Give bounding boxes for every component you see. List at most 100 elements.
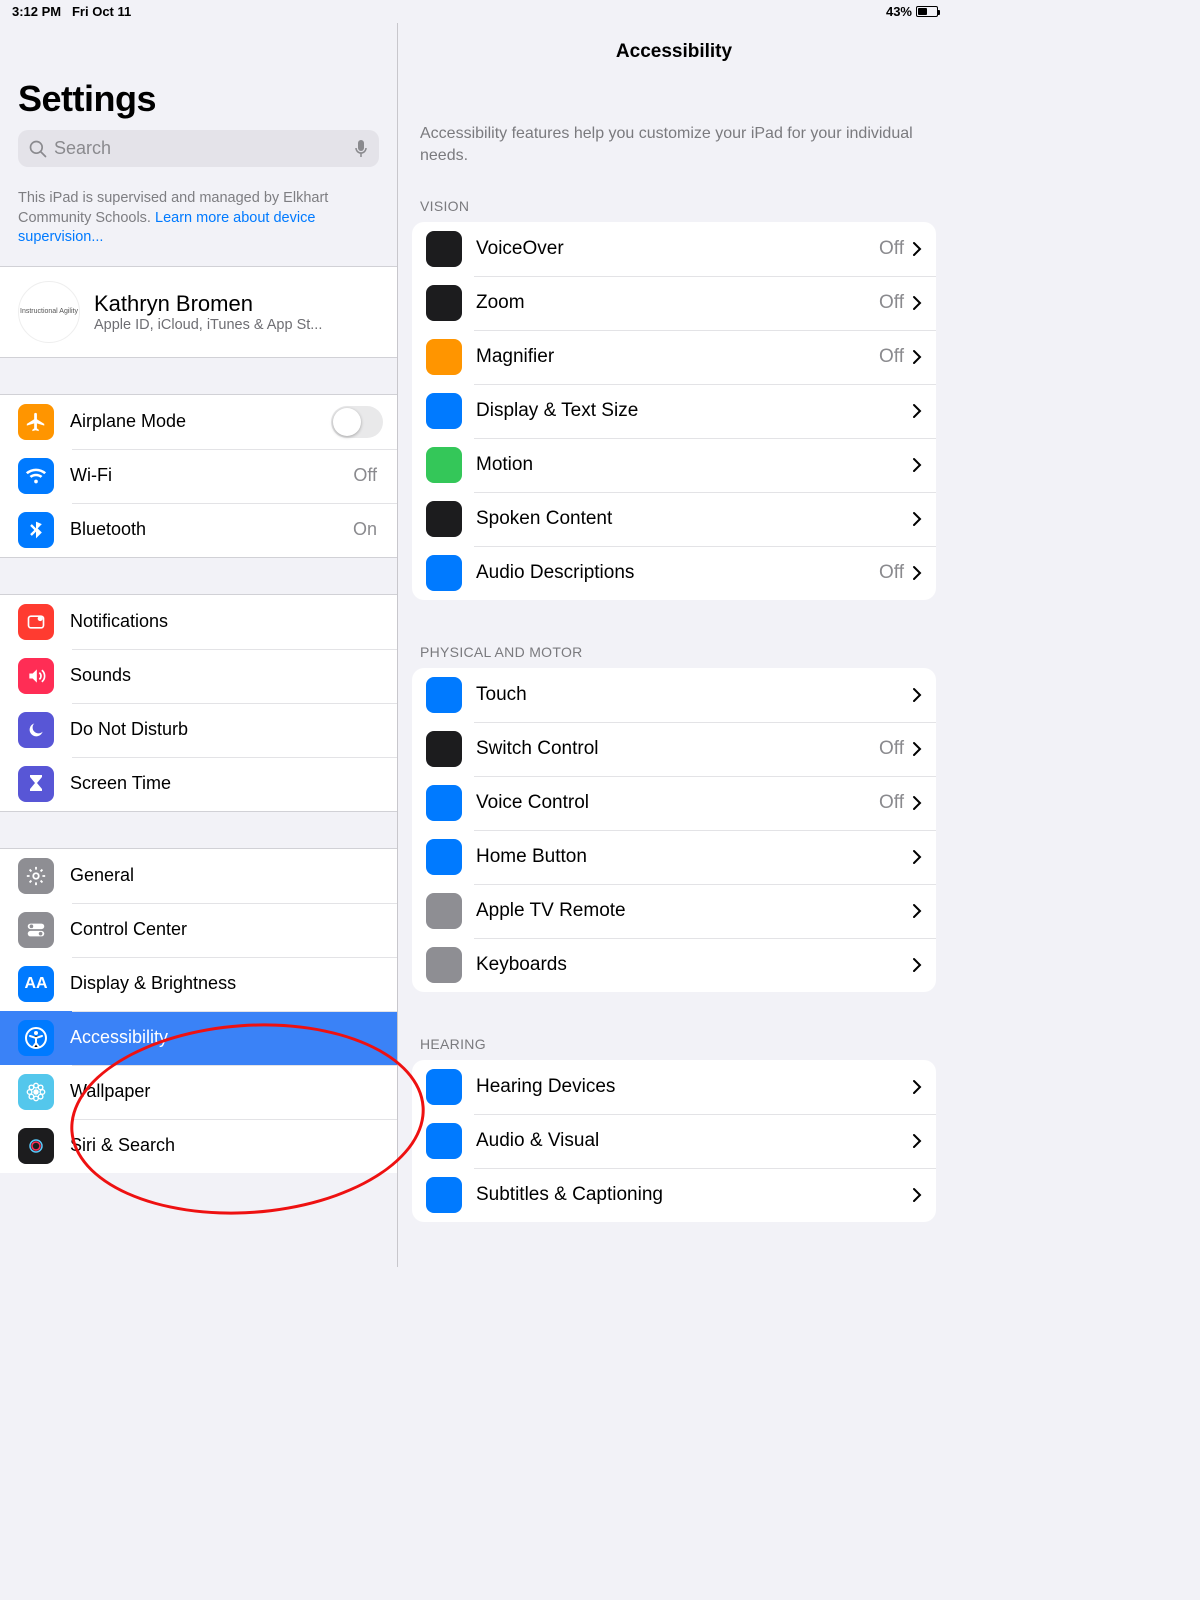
siri-icon bbox=[18, 1128, 54, 1164]
sidebar-item-label: Airplane Mode bbox=[70, 411, 331, 432]
row-icon bbox=[426, 839, 462, 875]
battery-icon bbox=[916, 6, 938, 17]
chevron-right-icon bbox=[912, 1079, 922, 1095]
detail-desc: Accessibility features help you customiz… bbox=[398, 123, 950, 192]
row-value: Off bbox=[879, 738, 904, 760]
sidebar-item-display-brightness[interactable]: AADisplay & Brightness bbox=[0, 957, 397, 1011]
dictate-icon[interactable] bbox=[353, 139, 369, 159]
row-icon bbox=[426, 731, 462, 767]
row-icon bbox=[426, 393, 462, 429]
search-input[interactable]: Search bbox=[18, 130, 379, 167]
row-value: Off bbox=[879, 292, 904, 314]
detail-row-touch[interactable]: Touch bbox=[412, 668, 936, 722]
sidebar-item-label: Display & Brightness bbox=[70, 973, 383, 994]
sidebar-item-do-not-disturb[interactable]: Do Not Disturb bbox=[0, 703, 397, 757]
detail-row-spoken-content[interactable]: Spoken Content bbox=[412, 492, 936, 546]
settings-title: Settings bbox=[18, 78, 379, 120]
wifi-icon bbox=[18, 458, 54, 494]
sidebar-item-screen-time[interactable]: Screen Time bbox=[0, 757, 397, 811]
detail-row-apple-tv-remote[interactable]: Apple TV Remote bbox=[412, 884, 936, 938]
detail-row-subtitles-captioning[interactable]: Subtitles & Captioning bbox=[412, 1168, 936, 1222]
detail-row-zoom[interactable]: ZoomOff bbox=[412, 276, 936, 330]
row-value: Off bbox=[879, 238, 904, 260]
sidebar-item-general[interactable]: General bbox=[0, 849, 397, 903]
chevron-right-icon bbox=[912, 565, 922, 581]
bell-icon bbox=[18, 604, 54, 640]
row-icon bbox=[426, 785, 462, 821]
chevron-right-icon bbox=[912, 795, 922, 811]
search-icon bbox=[28, 139, 48, 159]
sidebar-item-sounds[interactable]: Sounds bbox=[0, 649, 397, 703]
section-header: PHYSICAL AND MOTOR bbox=[398, 638, 950, 668]
row-icon bbox=[426, 501, 462, 537]
sidebar-item-label: Notifications bbox=[70, 611, 383, 632]
apple-id-row[interactable]: Instructional Agility Kathryn Bromen App… bbox=[0, 266, 397, 358]
row-label: Motion bbox=[476, 454, 912, 476]
search-placeholder: Search bbox=[54, 138, 353, 159]
detail-row-motion[interactable]: Motion bbox=[412, 438, 936, 492]
detail-row-keyboards[interactable]: Keyboards bbox=[412, 938, 936, 992]
row-icon bbox=[426, 1177, 462, 1213]
row-icon bbox=[426, 231, 462, 267]
chevron-right-icon bbox=[912, 1187, 922, 1203]
row-icon bbox=[426, 677, 462, 713]
chevron-right-icon bbox=[912, 1133, 922, 1149]
sidebar-item-label: Wallpaper bbox=[70, 1081, 383, 1102]
section-header: HEARING bbox=[398, 1030, 950, 1060]
chevron-right-icon bbox=[912, 957, 922, 973]
row-label: Touch bbox=[476, 684, 912, 706]
detail-row-hearing-devices[interactable]: Hearing Devices bbox=[412, 1060, 936, 1114]
row-label: VoiceOver bbox=[476, 238, 879, 260]
row-icon bbox=[426, 1069, 462, 1105]
row-label: Apple TV Remote bbox=[476, 900, 912, 922]
row-value: Off bbox=[353, 465, 377, 486]
sidebar-item-wallpaper[interactable]: Wallpaper bbox=[0, 1065, 397, 1119]
row-value: Off bbox=[879, 792, 904, 814]
detail-row-voice-control[interactable]: Voice ControlOff bbox=[412, 776, 936, 830]
detail-row-home-button[interactable]: Home Button bbox=[412, 830, 936, 884]
flower-icon bbox=[18, 1074, 54, 1110]
sidebar-item-label: Do Not Disturb bbox=[70, 719, 383, 740]
settings-card: Touch Switch ControlOffVoice ControlOffHo… bbox=[412, 668, 936, 992]
chevron-right-icon bbox=[912, 457, 922, 473]
status-time: 3:12 PM bbox=[12, 4, 61, 19]
sidebar-item-bluetooth[interactable]: BluetoothOn bbox=[0, 503, 397, 557]
chevron-right-icon bbox=[912, 241, 922, 257]
detail-row-audio-descriptions[interactable]: Audio DescriptionsOff bbox=[412, 546, 936, 600]
sidebar-item-siri-search[interactable]: Siri & Search bbox=[0, 1119, 397, 1173]
row-icon bbox=[426, 947, 462, 983]
detail-row-switch-control[interactable]: Switch ControlOff bbox=[412, 722, 936, 776]
gear-icon bbox=[18, 858, 54, 894]
row-label: Display & Text Size bbox=[476, 400, 912, 422]
sidebar-item-label: Bluetooth bbox=[70, 519, 353, 540]
row-label: Magnifier bbox=[476, 346, 879, 368]
row-label: Zoom bbox=[476, 292, 879, 314]
avatar: Instructional Agility bbox=[18, 281, 80, 343]
row-label: Audio & Visual bbox=[476, 1130, 912, 1152]
row-label: Subtitles & Captioning bbox=[476, 1184, 912, 1206]
supervision-notice: This iPad is supervised and managed by E… bbox=[0, 177, 397, 266]
row-label: Keyboards bbox=[476, 954, 912, 976]
chevron-right-icon bbox=[912, 403, 922, 419]
row-icon bbox=[426, 555, 462, 591]
sidebar-item-label: Sounds bbox=[70, 665, 383, 686]
detail-row-magnifier[interactable]: MagnifierOff bbox=[412, 330, 936, 384]
sidebar-item-wi-fi[interactable]: Wi-FiOff bbox=[0, 449, 397, 503]
row-value: Off bbox=[879, 562, 904, 584]
battery-percent: 43% bbox=[886, 4, 912, 19]
account-name: Kathryn Bromen bbox=[94, 291, 379, 317]
sidebar-item-control-center[interactable]: Control Center bbox=[0, 903, 397, 957]
row-value: Off bbox=[879, 346, 904, 368]
toggle-switch[interactable] bbox=[331, 406, 383, 438]
sidebar-item-airplane-mode[interactable]: Airplane Mode bbox=[0, 395, 397, 449]
detail-row-voiceover[interactable]: VoiceOverOff bbox=[412, 222, 936, 276]
toggles-icon bbox=[18, 912, 54, 948]
chevron-right-icon bbox=[912, 295, 922, 311]
settings-card: VoiceOverOffZoomOffMagnifierOffDisplay &… bbox=[412, 222, 936, 600]
chevron-right-icon bbox=[912, 687, 922, 703]
detail-row-audio-visual[interactable]: Audio & Visual bbox=[412, 1114, 936, 1168]
detail-row-display-text-size[interactable]: Display & Text Size bbox=[412, 384, 936, 438]
row-icon bbox=[426, 447, 462, 483]
sidebar-item-accessibility[interactable]: Accessibility bbox=[0, 1011, 397, 1065]
sidebar-item-notifications[interactable]: Notifications bbox=[0, 595, 397, 649]
